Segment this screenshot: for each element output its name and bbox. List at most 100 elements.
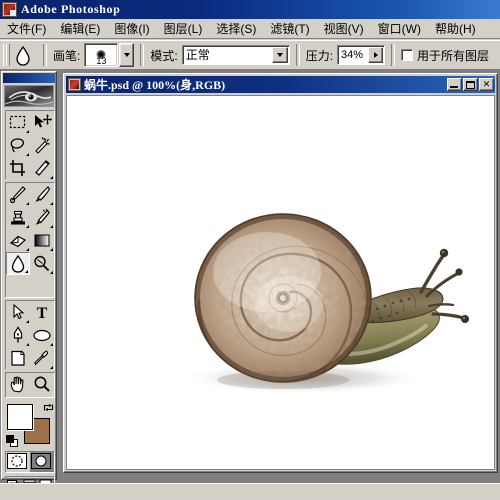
mode-label: 模式: <box>150 48 178 63</box>
pressure-input[interactable]: 34% <box>337 45 386 65</box>
pressure-slider-arrow-icon[interactable] <box>368 47 384 63</box>
toolbox-title-bar[interactable] <box>3 73 55 83</box>
flyout-corner-icon <box>26 153 29 156</box>
blur-tool-icon[interactable] <box>11 43 35 67</box>
brush-picker-dropdown[interactable] <box>119 43 135 67</box>
brush-label: 画笔: <box>53 48 81 63</box>
tool-options-bar: 画笔: 13 模式: 正常 压力: 34% 用于所有图层 <box>0 40 500 70</box>
type-tool[interactable]: T <box>30 301 54 324</box>
document-window: 蜗牛.psd @ 100%(身,RGB) ✕ <box>63 73 498 473</box>
brush-size-value: 13 <box>96 56 107 66</box>
options-separator-2 <box>140 44 145 66</box>
flyout-corner-icon <box>50 343 53 346</box>
workspace: T 蜗牛.psd @ 100%(身,RGB) ✕ <box>0 70 500 500</box>
status-bar <box>0 483 500 500</box>
menu-window[interactable]: 窗口(W) <box>371 20 428 38</box>
psd-file-icon <box>68 78 81 91</box>
eraser-tool[interactable] <box>6 229 30 252</box>
gradient-tool[interactable] <box>30 229 54 252</box>
crop-tool[interactable] <box>6 157 30 180</box>
flyout-corner-icon <box>26 248 29 251</box>
flyout-corner-icon <box>50 366 53 369</box>
snail-illustration <box>171 206 471 396</box>
toolgroup-navigation <box>5 372 55 398</box>
history-brush-tool[interactable] <box>30 206 54 229</box>
pen-tool[interactable] <box>6 324 30 347</box>
document-canvas[interactable] <box>66 95 495 470</box>
menu-view[interactable]: 视图(V) <box>317 20 371 38</box>
chevron-down-icon[interactable] <box>271 47 288 63</box>
pressure-value: 34% <box>341 48 364 61</box>
document-title-text: 蜗牛.psd @ 100%(身,RGB) <box>84 78 226 92</box>
path-selection-tool[interactable] <box>6 301 30 324</box>
use-all-layers-label: 用于所有图层 <box>417 48 490 63</box>
move-tool[interactable] <box>30 111 54 134</box>
flyout-corner-icon <box>50 271 53 274</box>
slice-tool[interactable] <box>30 157 54 180</box>
menu-help[interactable]: 帮助(H) <box>428 20 483 38</box>
zoom-tool[interactable] <box>30 373 54 396</box>
flyout-corner-icon <box>50 176 53 179</box>
flyout-corner-icon <box>26 343 29 346</box>
app-title-text: Adobe Photoshop <box>21 2 121 16</box>
flyout-corner-icon <box>50 202 53 205</box>
pressure-label: 压力: <box>305 48 334 63</box>
toolbox-palette: T <box>1 71 57 500</box>
menu-image[interactable]: 图像(I) <box>107 20 156 38</box>
options-separator-1 <box>43 44 47 66</box>
app-title-bar: Adobe Photoshop <box>0 0 500 19</box>
flyout-corner-icon <box>26 202 29 205</box>
shape-tool[interactable] <box>30 324 54 347</box>
mask-mode-group <box>5 451 55 473</box>
swap-colors-icon[interactable] <box>43 402 54 413</box>
flyout-corner-icon <box>50 248 53 251</box>
clone-stamp-tool[interactable] <box>6 206 30 229</box>
toolbox-banner-image <box>4 85 54 107</box>
toolgroup-painting <box>5 182 55 298</box>
eyedropper-tool[interactable] <box>30 347 54 370</box>
flyout-corner-icon <box>26 320 29 323</box>
toolgroup-selection <box>5 110 55 180</box>
options-bar-grip[interactable] <box>2 43 10 67</box>
flyout-corner-icon <box>26 225 29 228</box>
close-icon[interactable]: ✕ <box>479 78 494 91</box>
lasso-tool[interactable] <box>6 134 30 157</box>
toolgroup-vector: T <box>5 300 55 370</box>
document-title-bar[interactable]: 蜗牛.psd @ 100%(身,RGB) ✕ <box>66 76 495 93</box>
paintbrush-tool[interactable] <box>30 183 54 206</box>
standard-mode-button[interactable] <box>6 452 30 472</box>
options-separator-3 <box>295 44 300 66</box>
default-fg-square <box>6 435 14 443</box>
dodge-tool[interactable] <box>30 252 54 275</box>
quick-mask-mode-button[interactable] <box>30 452 54 472</box>
menu-file[interactable]: 文件(F) <box>0 20 53 38</box>
photoshop-icon <box>2 2 17 17</box>
document-window-buttons: ✕ <box>447 78 494 91</box>
healing-brush-tool[interactable] <box>6 183 30 206</box>
menu-edit[interactable]: 编辑(E) <box>53 20 107 38</box>
menu-bar: 文件(F) 编辑(E) 图像(I) 图层(L) 选择(S) 滤镜(T) 视图(V… <box>0 19 500 39</box>
menu-filter[interactable]: 滤镜(T) <box>263 20 316 38</box>
default-colors-icon[interactable] <box>6 435 18 447</box>
menu-layer[interactable]: 图层(L) <box>157 20 210 38</box>
svg-text:T: T <box>37 305 48 322</box>
flyout-corner-icon <box>25 270 28 273</box>
options-separator-4 <box>391 44 396 66</box>
minimize-icon[interactable] <box>447 78 462 91</box>
menu-select[interactable]: 选择(S) <box>209 20 263 38</box>
flyout-corner-icon <box>26 130 29 133</box>
color-swatches <box>6 402 54 448</box>
marquee-tool[interactable] <box>6 111 30 134</box>
use-all-layers-checkbox[interactable] <box>401 49 414 61</box>
blend-mode-select[interactable]: 正常 <box>181 45 290 65</box>
photoshop-app-window: Adobe Photoshop 文件(F) 编辑(E) 图像(I) 图层(L) … <box>0 0 500 500</box>
brush-preview[interactable]: 13 <box>84 43 119 67</box>
notes-tool[interactable] <box>6 347 30 370</box>
blend-mode-value: 正常 <box>185 48 210 62</box>
foreground-color-swatch[interactable] <box>7 404 33 430</box>
blur-tool[interactable] <box>6 252 30 275</box>
magic-wand-tool[interactable] <box>30 134 54 157</box>
maximize-icon[interactable] <box>463 78 478 91</box>
hand-tool[interactable] <box>6 373 30 396</box>
flyout-corner-icon <box>50 225 53 228</box>
